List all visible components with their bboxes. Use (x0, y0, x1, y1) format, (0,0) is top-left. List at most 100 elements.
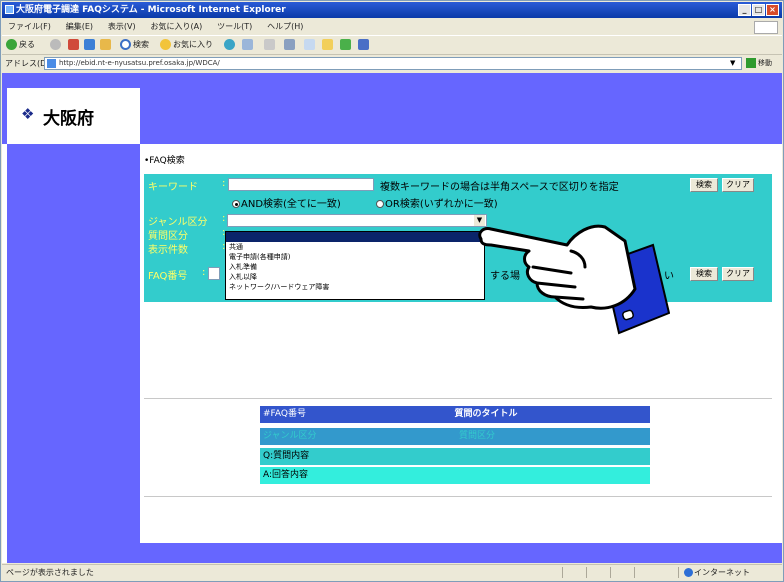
status-divider (678, 567, 679, 578)
keyword-hint: 複数キーワードの場合は半角スペースで区切りを指定 (380, 182, 619, 193)
forward-arrow-icon (50, 39, 61, 50)
page-icon (47, 59, 56, 68)
go-arrow-icon (746, 58, 756, 68)
faq-number-label: FAQ番号 (148, 271, 188, 282)
divider-bottom (144, 496, 772, 497)
folder-icon (322, 39, 333, 50)
print-button[interactable] (284, 38, 297, 52)
history-icon (242, 39, 253, 50)
home-button[interactable] (100, 38, 113, 52)
divider-top (144, 398, 772, 399)
and-radio[interactable] (232, 200, 240, 208)
back-label: 戻る (19, 40, 35, 49)
zone-text: インターネット (694, 568, 750, 577)
address-label: アドレス(D) (5, 59, 50, 68)
status-divider (562, 567, 563, 578)
media-button[interactable] (224, 38, 237, 52)
title-bar: 大阪府電子調達 FAQシステム - Microsoft Internet Exp… (2, 2, 782, 18)
menu-tools[interactable]: ツール(T) (211, 19, 258, 35)
maximize-button[interactable]: □ (752, 4, 765, 16)
keyword-input[interactable] (228, 178, 374, 191)
dropdown-option[interactable]: 入札以降 (226, 272, 484, 282)
and-search-option[interactable]: AND検索(全てに一致) (232, 195, 341, 210)
home-icon (100, 39, 111, 50)
search-button-toolbar[interactable]: 検索 (120, 38, 149, 52)
keyword-label: キーワード (148, 182, 198, 193)
menu-edit[interactable]: 編集(E) (60, 19, 99, 35)
genre-select[interactable]: ▼ (227, 214, 487, 227)
address-dropdown-icon[interactable]: ▼ (730, 59, 735, 67)
window-title: 大阪府電子調達 FAQシステム - Microsoft Internet Exp… (16, 5, 286, 15)
favorites-button[interactable]: お気に入り (160, 38, 213, 52)
address-url: http://ebid.nt-e-nyusatsu.pref.osaka.jp/… (59, 59, 220, 67)
breadcrumb: •FAQ検索 (144, 156, 185, 166)
genre-header: ジャンル区分 (260, 428, 456, 445)
question-category-header: 質問区分 (456, 428, 650, 445)
clear-button[interactable]: クリア (722, 178, 754, 192)
search-label: 検索 (133, 40, 149, 49)
search-icon (120, 39, 131, 50)
menu-view[interactable]: 表示(V) (102, 19, 142, 35)
messenger-button[interactable] (340, 38, 353, 52)
go-button[interactable]: 移動 (746, 57, 780, 70)
messenger-icon (340, 39, 351, 50)
logo-area: ❖ 大阪府 (7, 88, 140, 144)
menu-bar: ファイル(F) 編集(E) 表示(V) お気に入り(A) ツール(T) ヘルプ(… (2, 19, 782, 35)
dropdown-option[interactable]: 電子申請(各種申請) (226, 252, 484, 262)
back-arrow-icon (6, 39, 17, 50)
minimize-button[interactable]: _ (738, 4, 751, 16)
status-text: ページが表示されました (6, 568, 94, 577)
stop-icon (68, 39, 79, 50)
faq-search-button[interactable]: 検索 (690, 267, 718, 281)
osaka-emblem-icon: ❖ (21, 105, 35, 123)
go-label: 移動 (758, 59, 772, 67)
answer-content-row: A:回答内容 (260, 467, 650, 484)
menu-help[interactable]: ヘルプ(H) (261, 19, 309, 35)
faq-number-input[interactable] (208, 267, 220, 280)
genre-colon: : (222, 213, 226, 224)
dropdown-option[interactable] (226, 232, 484, 242)
stop-button[interactable] (68, 38, 81, 52)
close-button[interactable]: × (766, 4, 779, 16)
menu-favorites[interactable]: お気に入り(A) (144, 19, 208, 35)
keyword-colon: : (222, 178, 226, 189)
print-icon (284, 39, 295, 50)
address-bar: アドレス(D) http://ebid.nt-e-nyusatsu.pref.o… (2, 54, 782, 72)
or-radio[interactable] (376, 200, 384, 208)
genre-dropdown-list[interactable]: 共通 電子申請(各種申請) 入札準備 入札以降 ネットワーク/ハードウェア障害 (225, 231, 485, 300)
forward-button[interactable] (50, 38, 63, 52)
refresh-icon (84, 39, 95, 50)
dropdown-option[interactable]: 共通 (226, 242, 484, 252)
dropdown-option[interactable]: ネットワーク/ハードウェア障害 (226, 282, 484, 292)
edit-button[interactable] (304, 38, 317, 52)
globe-icon (684, 568, 693, 577)
genre-label: ジャンル区分 (148, 217, 208, 228)
toolbar: 戻る 検索 お気に入り (2, 35, 782, 53)
menu-file[interactable]: ファイル(F) (2, 19, 57, 35)
logo-text: 大阪府 (43, 109, 94, 129)
media-icon (224, 39, 235, 50)
question-category-label: 質問区分 (148, 231, 188, 242)
question-content-row: Q:質問内容 (260, 448, 650, 465)
research-icon (358, 39, 369, 50)
status-divider (586, 567, 587, 578)
star-icon (160, 39, 171, 50)
history-button[interactable] (242, 38, 255, 52)
display-count-label: 表示件数 (148, 245, 188, 256)
and-option-label: AND検索(全てに一致) (241, 199, 341, 210)
dropdown-option[interactable]: 入札準備 (226, 262, 484, 272)
mail-icon (264, 39, 275, 50)
result-table: #FAQ番号 質問のタイトル ジャンル区分 質問区分 Q:質問内容 A:回答内容 (260, 406, 650, 484)
status-divider (610, 567, 611, 578)
mail-button[interactable] (264, 38, 277, 52)
faq-colon: : (202, 267, 206, 278)
research-button[interactable] (358, 38, 371, 52)
address-input[interactable]: http://ebid.nt-e-nyusatsu.pref.osaka.jp/… (44, 57, 742, 70)
windows-logo-icon (754, 21, 778, 34)
faq-clear-button[interactable]: クリア (722, 267, 754, 281)
refresh-button[interactable] (84, 38, 97, 52)
folder-button[interactable] (322, 38, 335, 52)
pointing-hand-icon (478, 224, 670, 335)
back-button[interactable]: 戻る (6, 38, 35, 52)
search-button[interactable]: 検索 (690, 178, 718, 192)
